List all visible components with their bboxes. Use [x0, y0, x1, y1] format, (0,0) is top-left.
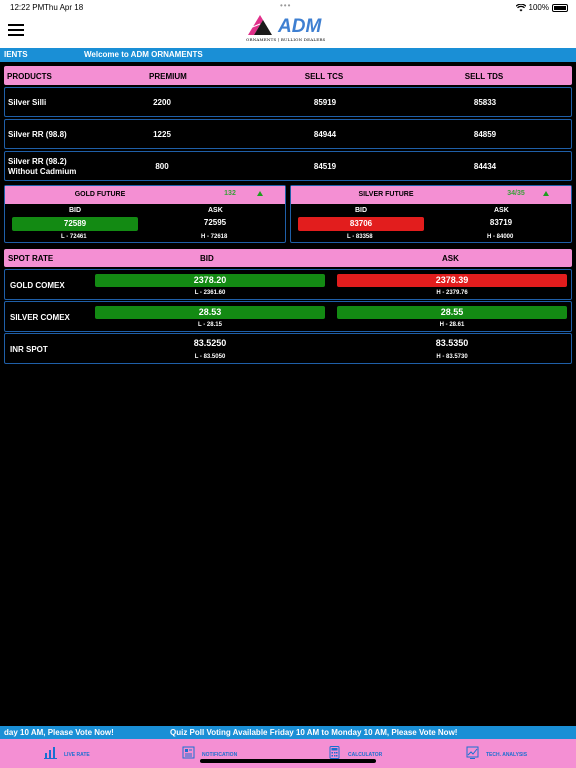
silver-future-change: 34/35 [507, 190, 525, 197]
bottom-tab-bar: LIVE RATE NOTIFICATION CALCULATOR TECH. … [0, 739, 576, 768]
silver-future-ask: 83719 [489, 218, 513, 227]
gold-ask-label: ASK [208, 207, 223, 214]
spot-bid: 28.53 [95, 306, 325, 319]
gold-future-title: GOLD FUTURE [74, 191, 126, 198]
silver-ask-label: ASK [494, 207, 509, 214]
arrow-up-icon [543, 191, 549, 196]
product-row[interactable]: Silver Silli 2200 85919 85833 [4, 87, 572, 117]
gold-future-high: H - 72618 [201, 234, 228, 240]
products-header: PRODUCTS PREMIUM SELL TCS SELL TDS [4, 66, 572, 85]
col-sell-tds: SELL TDS [464, 72, 504, 81]
product-row[interactable]: Silver RR (98.8) 1225 84944 84859 [4, 119, 572, 149]
tab-label: NOTIFICATION [202, 752, 238, 758]
logo-triangle-icon [248, 15, 272, 35]
product-premium: 2200 [153, 98, 171, 107]
multitask-dots-icon[interactable]: ••• [280, 1, 291, 10]
gold-future-ask: 72595 [203, 218, 227, 227]
product-name: Silver RR (98.8) [8, 130, 67, 139]
col-sell-tcs: SELL TCS [304, 72, 344, 81]
status-time: 12:22 PM [10, 3, 45, 12]
spot-bid: 83.5250 [193, 338, 227, 348]
silver-future-bid: 83706 [298, 217, 424, 231]
silver-future-card[interactable]: SILVER FUTURE 34/35 BID ASK 83706 83719 … [290, 185, 572, 243]
product-sell-tds: 85833 [473, 98, 497, 107]
col-ask: ASK [442, 254, 459, 263]
silver-future-header: SILVER FUTURE 34/35 [291, 186, 571, 204]
col-spot-rate: SPOT RATE [8, 254, 54, 263]
analysis-icon [466, 746, 479, 759]
spot-rate-header: SPOT RATE BID ASK [4, 249, 572, 267]
spot-bid: 2378.20 [95, 274, 325, 287]
marquee-top-message: Welcome to ADM ORNAMENTS [84, 50, 203, 59]
calculator-icon [329, 746, 340, 759]
product-sell-tds: 84859 [473, 130, 497, 139]
silver-bid-label: BID [355, 207, 368, 214]
status-right: 100% [515, 3, 568, 12]
spot-low: L - 83.5050 [194, 354, 226, 360]
col-bid: BID [200, 254, 214, 263]
silver-future-title: SILVER FUTURE [358, 191, 414, 198]
gold-future-low: L - 72461 [61, 234, 87, 240]
status-date: Thu Apr 18 [44, 3, 84, 12]
logo-wordmark: ADM [278, 16, 322, 37]
silver-future-low: L - 83358 [347, 234, 373, 240]
spot-row[interactable]: SILVER COMEX 28.53 28.55 L - 28.15 H - 2… [4, 301, 572, 332]
spot-high: H - 83.5730 [436, 354, 468, 360]
spot-ask: 83.5350 [435, 338, 469, 348]
product-sell-tds: 84434 [473, 162, 497, 171]
marquee-top-left: IENTS [4, 50, 28, 59]
product-row[interactable]: Silver RR (98.2) Without Cadmium 800 845… [4, 151, 572, 181]
tab-label: CALCULATOR [348, 752, 383, 758]
hamburger-menu-icon[interactable] [8, 24, 24, 36]
tab-label: TECH. ANALYSIS [486, 752, 528, 758]
adm-logo: ADM ORNAMENTS | BULLION DEALERS [246, 14, 332, 44]
gold-future-change: 132 [224, 190, 236, 197]
silver-future-high: H - 84000 [487, 234, 514, 240]
product-premium: 800 [155, 162, 169, 171]
col-products: PRODUCTS [7, 72, 52, 81]
spot-ask: 2378.39 [337, 274, 567, 287]
product-name: Silver Silli [8, 98, 47, 107]
home-indicator[interactable] [200, 759, 376, 763]
gold-bid-label: BID [69, 207, 82, 214]
spot-ask: 28.55 [337, 306, 567, 319]
marquee-bottom-left: day 10 AM, Please Vote Now! [4, 728, 114, 737]
col-premium: PREMIUM [149, 72, 187, 81]
battery-percent: 100% [528, 3, 549, 12]
app-header: 12:22 PM Thu Apr 18 ••• 100% ADM ORNAMEN… [0, 0, 576, 48]
logo-tagline: ORNAMENTS | BULLION DEALERS [246, 37, 326, 42]
spot-row[interactable]: INR SPOT 83.5250 83.5350 L - 83.5050 H -… [4, 333, 572, 364]
battery-icon [552, 3, 568, 12]
spot-low: L - 28.15 [198, 322, 222, 328]
spot-name: GOLD COMEX [10, 281, 65, 290]
spot-name: INR SPOT [10, 345, 48, 354]
product-sell-tcs: 84944 [313, 130, 337, 139]
newspaper-icon [182, 746, 195, 759]
product-sell-tcs: 85919 [313, 98, 337, 107]
spot-high: H - 2379.76 [436, 290, 468, 296]
gold-future-card[interactable]: GOLD FUTURE 132 BID ASK 72589 72595 L - … [4, 185, 286, 243]
product-name-line2: Without Cadmium [8, 167, 77, 176]
spot-name: SILVER COMEX [10, 313, 70, 322]
tab-label: LIVE RATE [64, 752, 90, 758]
product-sell-tcs: 84519 [313, 162, 337, 171]
arrow-up-icon [257, 191, 263, 196]
gold-future-bid: 72589 [12, 217, 138, 231]
spot-row[interactable]: GOLD COMEX 2378.20 2378.39 L - 2361.60 H… [4, 269, 572, 300]
marquee-top: IENTS Welcome to ADM ORNAMENTS [0, 48, 576, 62]
marquee-bottom: day 10 AM, Please Vote Now! Quiz Poll Vo… [0, 726, 576, 739]
product-name: Silver RR (98.2) [8, 157, 67, 166]
product-premium: 1225 [153, 130, 171, 139]
wifi-icon [515, 3, 526, 11]
spot-low: L - 2361.60 [194, 290, 226, 296]
chart-icon [44, 747, 57, 759]
marquee-bottom-message: Quiz Poll Voting Available Friday 10 AM … [170, 728, 458, 737]
gold-future-header: GOLD FUTURE 132 [5, 186, 285, 204]
spot-high: H - 28.61 [439, 322, 465, 328]
